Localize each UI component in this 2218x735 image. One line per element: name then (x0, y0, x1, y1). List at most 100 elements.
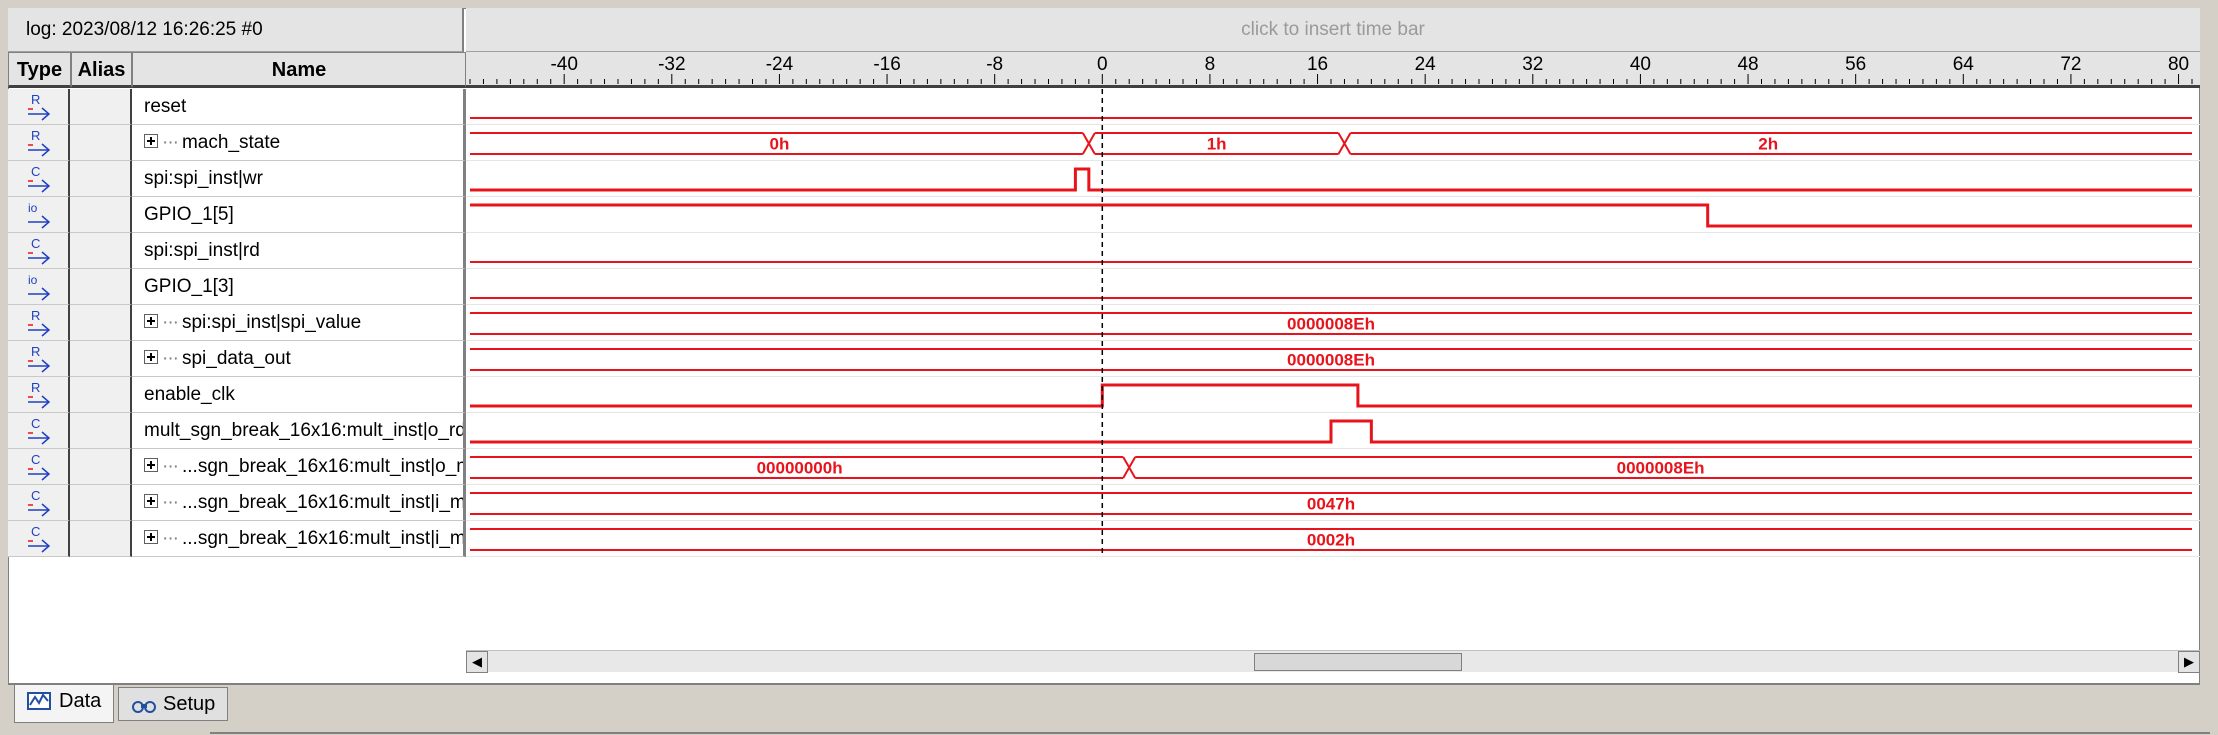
bus-value-label: 0000008Eh (1287, 315, 1375, 334)
tab-setup-label: Setup (163, 693, 216, 715)
ruler-tick-label: 16 (1307, 54, 1328, 75)
bus-value-label: 00000000h (757, 459, 843, 478)
signal-name-cell[interactable]: ··· ...sgn_break_16x16:mult_inst|i_ma (132, 485, 466, 521)
signal-alias-cell[interactable] (70, 89, 132, 125)
signal-name-cell[interactable]: ··· mach_state (132, 125, 466, 161)
signal-waveform (470, 167, 2192, 192)
time-ruler[interactable]: -40 -32 -24 -16 -8 0 8 16 24 32 40 48 56 64 72 80 (466, 52, 2200, 88)
signal-name-cell[interactable]: mult_sgn_break_16x16:mult_inst|o_rdy (132, 413, 466, 449)
signal-alias-cell[interactable] (70, 449, 132, 485)
signal-name: reset (144, 96, 187, 117)
scroll-thumb[interactable] (1254, 653, 1462, 671)
signal-alias-cell[interactable] (70, 125, 132, 161)
signal-name: GPIO_1[3] (144, 276, 234, 297)
signal-type-cell: C (8, 449, 70, 485)
signal-name-cell[interactable]: GPIO_1[3] (132, 269, 466, 305)
expand-plus-icon[interactable] (144, 314, 158, 329)
signal-name: mult_sgn_break_16x16:mult_inst|o_rdy (144, 420, 466, 441)
name-column-header[interactable]: Name (132, 52, 466, 88)
signal-alias-cell[interactable] (70, 233, 132, 269)
signal-type-cell: R (8, 125, 70, 161)
ruler-tick-label: 80 (2168, 54, 2189, 75)
svg-text:C: C (31, 164, 40, 179)
signal-alias-cell[interactable] (70, 521, 132, 557)
tree-connector: ··· (162, 528, 179, 549)
signal-alias-cell[interactable] (70, 161, 132, 197)
signal-alias-cell[interactable] (70, 413, 132, 449)
signal-name-cell[interactable]: spi:spi_inst|wr (132, 161, 466, 197)
svg-text:C: C (31, 524, 40, 539)
bus-value-label: 0000008Eh (1287, 351, 1375, 370)
time-ruler-scale: -40 -32 -24 -16 -8 0 8 16 24 32 40 48 56 64 72 80 (469, 54, 2193, 84)
signal-name-cell[interactable]: ··· ...sgn_break_16x16:mult_inst|o_m (132, 449, 466, 485)
signal-alias-cell[interactable] (70, 485, 132, 521)
data-icon (27, 692, 51, 710)
svg-text:C: C (31, 236, 40, 251)
ruler-tick-label: -32 (658, 54, 685, 75)
signal-name-cell[interactable]: ··· ...sgn_break_16x16:mult_inst|i_mb (132, 521, 466, 557)
bus-value-label: 0047h (1307, 495, 1355, 514)
tab-setup[interactable]: Setup (118, 687, 229, 721)
expand-plus-icon[interactable] (144, 134, 158, 149)
signal-type-cell: R (8, 305, 70, 341)
signal-name: ...sgn_break_16x16:mult_inst|o_m (181, 456, 466, 477)
status-divider (210, 732, 2210, 734)
horizontal-scrollbar[interactable]: ◀ ▶ (466, 650, 2200, 673)
insert-time-bar-area[interactable]: click to insert time bar (466, 8, 2200, 52)
signal-type-cell: C (8, 161, 70, 197)
signal-type-cell: R (8, 341, 70, 377)
ruler-tick-label: 56 (1845, 54, 1866, 75)
svg-text:C: C (31, 416, 40, 431)
bus-value-label: 1h (1207, 135, 1227, 154)
signal-name-cell[interactable]: enable_clk (132, 377, 466, 413)
signal-alias-cell[interactable] (70, 341, 132, 377)
expand-plus-icon[interactable] (144, 458, 158, 473)
svg-text:R: R (31, 380, 40, 395)
scroll-left-arrow[interactable]: ◀ (466, 651, 488, 673)
scroll-right-arrow[interactable]: ▶ (2178, 651, 2200, 673)
waveform-canvas[interactable]: 0h 1h 2h 0000008Eh 0000008Eh 00000000h 0000008… (466, 89, 2200, 557)
bus-value-label: 0000008Eh (1617, 459, 1705, 478)
expand-plus-icon[interactable] (144, 494, 158, 509)
ruler-tick-label: 64 (1953, 54, 1975, 75)
signal-name: GPIO_1[5] (144, 204, 234, 225)
expand-plus-icon[interactable] (144, 350, 158, 365)
ruler-tick-label: 72 (2060, 54, 2081, 75)
type-column-header[interactable]: Type (8, 52, 71, 88)
signal-name-cell[interactable]: reset (132, 89, 466, 125)
signal-name-cell[interactable]: GPIO_1[5] (132, 197, 466, 233)
signal-type-cell: io (8, 197, 70, 233)
signal-alias-cell[interactable] (70, 197, 132, 233)
ruler-tick-label: 8 (1205, 54, 1216, 75)
signal-waveform (470, 203, 2192, 228)
signal-alias-cell[interactable] (70, 305, 132, 341)
signal-name-cell[interactable]: ··· spi_data_out (132, 341, 466, 377)
signal-name: enable_clk (144, 384, 235, 405)
signal-alias-cell[interactable] (70, 269, 132, 305)
bus-value-label: 0002h (1307, 531, 1355, 550)
alias-column-header[interactable]: Alias (71, 52, 132, 88)
signal-type-cell: R (8, 377, 70, 413)
tab-data-label: Data (59, 690, 102, 712)
signal-name: spi_data_out (181, 348, 291, 369)
tab-data[interactable]: Data (14, 685, 115, 723)
signal-name-cell[interactable]: ··· spi:spi_inst|spi_value (132, 305, 466, 341)
signal-name: ...sgn_break_16x16:mult_inst|i_mb (181, 528, 466, 549)
ruler-tick-label: 32 (1522, 54, 1543, 75)
signal-name: spi:spi_inst|spi_value (181, 312, 362, 333)
signal-name-cell[interactable]: spi:spi_inst|rd (132, 233, 466, 269)
expand-plus-icon[interactable] (144, 530, 158, 545)
log-header: log: 2023/08/12 16:26:25 #0 (8, 8, 464, 52)
signal-waveform (470, 383, 2192, 408)
signal-name: mach_state (181, 132, 281, 153)
tree-connector: ··· (162, 456, 179, 477)
ruler-tick-label: -16 (873, 54, 900, 75)
signal-alias-cell[interactable] (70, 377, 132, 413)
bus-value-label: 0h (770, 135, 790, 154)
signal-type-cell: io (8, 269, 70, 305)
svg-text:R: R (31, 92, 40, 107)
signal-type-cell: C (8, 233, 70, 269)
signal-type-cell: C (8, 521, 70, 557)
signal-waveform (470, 419, 2192, 444)
bus-value-label: 2h (1758, 135, 1778, 154)
